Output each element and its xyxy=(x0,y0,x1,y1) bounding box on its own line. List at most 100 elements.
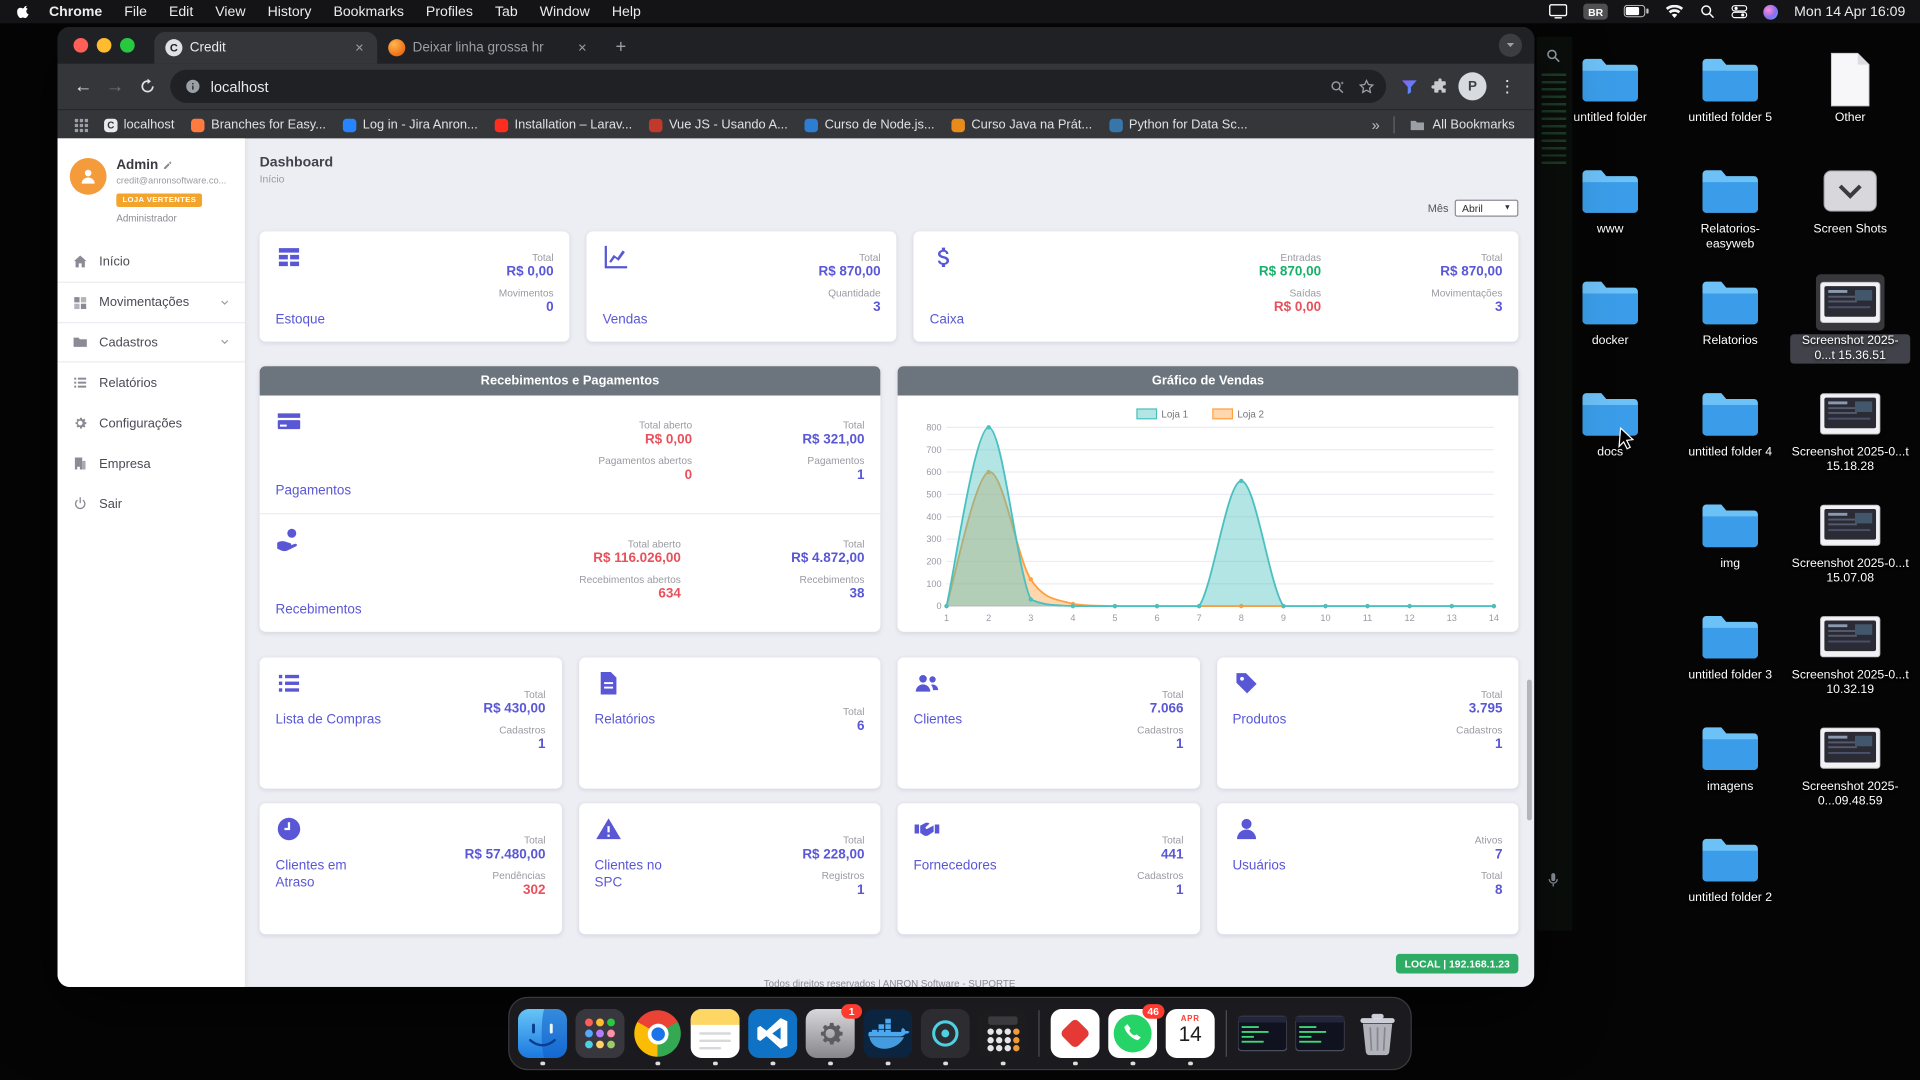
menu-bookmarks[interactable]: Bookmarks xyxy=(322,4,414,19)
menu-app-name[interactable]: Chrome xyxy=(38,4,113,19)
menu-help[interactable]: Help xyxy=(601,4,652,19)
card-title-vendas[interactable]: Vendas xyxy=(603,313,648,330)
browser-menu-icon[interactable]: ⋮ xyxy=(1490,76,1524,97)
extension-funnel-icon[interactable] xyxy=(1393,71,1424,102)
apple-menu[interactable] xyxy=(0,4,38,20)
dock-whatsapp-icon[interactable]: 46 xyxy=(1108,1009,1157,1058)
bookmark-branches-for-easy[interactable]: Branches for Easy... xyxy=(183,115,335,135)
input-source-badge[interactable]: BR xyxy=(1583,4,1608,20)
menu-tab[interactable]: Tab xyxy=(484,4,529,19)
menu-view[interactable]: View xyxy=(204,4,256,19)
desktop-icon-screen-shots[interactable]: Screen Shots xyxy=(1790,160,1910,271)
desktop-icon-screenshot-2025-0-t-15-36-51[interactable]: Screenshot 2025-0...t 15.36.51 xyxy=(1790,272,1910,383)
close-tab-icon[interactable]: × xyxy=(575,39,588,56)
sidebar-item-sair[interactable]: Sair xyxy=(58,484,245,524)
zoom-window-button[interactable] xyxy=(120,38,135,53)
extensions-puzzle-icon[interactable] xyxy=(1424,71,1455,102)
desktop-icon-relatorios-easyweb[interactable]: Relatorios-easyweb xyxy=(1670,160,1790,271)
card-title-estoque[interactable]: Estoque xyxy=(276,313,325,330)
sidebar-item-relatorios[interactable]: Relatórios xyxy=(58,362,245,402)
edit-pencil-icon[interactable] xyxy=(163,160,173,170)
desktop-icon-www[interactable]: www xyxy=(1550,160,1670,271)
menu-profiles[interactable]: Profiles xyxy=(415,4,484,19)
dock-launchpad-icon[interactable] xyxy=(576,1009,625,1058)
bookmark-vue-js-usando-a[interactable]: Vue JS - Usando A... xyxy=(641,115,797,135)
dock-window-thumb-icon[interactable] xyxy=(1296,1009,1345,1058)
dock-vscode-icon[interactable] xyxy=(748,1009,797,1058)
sidebar-item-empresa[interactable]: Empresa xyxy=(58,443,245,483)
tab-search-button[interactable] xyxy=(1499,34,1522,57)
dock-media-icon[interactable] xyxy=(921,1009,970,1058)
address-bar[interactable]: localhost xyxy=(170,70,1386,103)
control-center-icon[interactable] xyxy=(1732,4,1748,20)
bookmark-log-in-jira-anron[interactable]: Log in - Jira Anron... xyxy=(335,115,487,135)
all-bookmarks-button[interactable]: All Bookmarks xyxy=(1399,117,1524,133)
sidebar-item-movimentacoes[interactable]: Movimentações xyxy=(58,282,245,322)
bookmark-localhost[interactable]: Clocalhost xyxy=(96,115,183,135)
desktop-icon-other[interactable]: Other xyxy=(1790,49,1910,160)
profile-avatar[interactable]: P xyxy=(1458,72,1486,100)
apps-grid-icon[interactable] xyxy=(67,117,95,133)
spotlight-search-icon[interactable] xyxy=(1700,4,1716,20)
site-info-icon[interactable] xyxy=(185,78,201,94)
close-window-button[interactable] xyxy=(73,38,88,53)
dock-settings-icon[interactable]: 1 xyxy=(806,1009,855,1058)
card-title-caixa[interactable]: Caixa xyxy=(930,313,964,330)
search-lens-icon[interactable] xyxy=(1324,73,1351,100)
desktop-icon-untitled-folder-3[interactable]: untitled folder 3 xyxy=(1670,606,1790,717)
display-icon[interactable] xyxy=(1549,4,1567,19)
reload-button[interactable] xyxy=(131,70,163,102)
dock-chrome-icon[interactable] xyxy=(633,1009,682,1058)
minimize-window-button[interactable] xyxy=(97,38,112,53)
dock-red-app-icon[interactable] xyxy=(1051,1009,1100,1058)
bookmark-curso-de-node-js[interactable]: Curso de Node.js... xyxy=(796,115,943,135)
desktop-icon-untitled-folder[interactable]: untitled folder xyxy=(1550,49,1670,160)
sidebar-item-inicio[interactable]: Início xyxy=(58,241,245,281)
page-scrollbar[interactable] xyxy=(1527,680,1532,821)
back-button[interactable]: ← xyxy=(67,70,99,102)
desktop-icon-untitled-folder-2[interactable]: untitled folder 2 xyxy=(1670,829,1790,940)
card-title-clientes-no-spc[interactable]: Clientes no SPC xyxy=(594,858,661,892)
card-title-recebimentos[interactable]: Recebimentos xyxy=(276,603,362,620)
bookmark-installation-larav[interactable]: Installation – Larav... xyxy=(486,115,640,135)
card-title-fornecedores[interactable]: Fornecedores xyxy=(913,858,996,875)
menu-clock[interactable]: Mon 14 Apr 16:09 xyxy=(1794,4,1905,19)
menu-history[interactable]: History xyxy=(257,4,323,19)
sidebar-item-cadastros[interactable]: Cadastros xyxy=(58,322,245,362)
desktop-icon-untitled-folder-5[interactable]: untitled folder 5 xyxy=(1670,49,1790,160)
desktop-icon-imagens[interactable]: imagens xyxy=(1670,718,1790,829)
dock-calendar-icon[interactable]: APR14 xyxy=(1166,1009,1215,1058)
menu-edit[interactable]: Edit xyxy=(158,4,204,19)
bookmark-python-for-data-sc[interactable]: Python for Data Sc... xyxy=(1101,115,1256,135)
tab-credit[interactable]: C Credit × xyxy=(154,32,377,64)
card-title-clientes-em-atraso[interactable]: Clientes em Atraso xyxy=(276,858,347,892)
desktop-icon-docs[interactable]: docs xyxy=(1550,383,1670,494)
dock-trash-icon[interactable] xyxy=(1353,1009,1402,1058)
dock-docker-icon[interactable] xyxy=(863,1009,912,1058)
wifi-icon[interactable] xyxy=(1666,5,1684,19)
battery-icon[interactable] xyxy=(1624,5,1650,17)
sidebar-item-configuracoes[interactable]: Configurações xyxy=(58,403,245,443)
card-title-pagamentos[interactable]: Pagamentos xyxy=(276,484,352,501)
bookmark-curso-java-na-pr-t[interactable]: Curso Java na Prát... xyxy=(943,115,1101,135)
dock-finder-icon[interactable] xyxy=(518,1009,567,1058)
desktop-icon-docker[interactable]: docker xyxy=(1550,272,1670,383)
legend-loja-1[interactable]: Loja 1 xyxy=(1137,409,1188,421)
card-title-usuarios[interactable]: Usuários xyxy=(1232,858,1285,875)
legend-loja-2[interactable]: Loja 2 xyxy=(1213,409,1264,421)
siri-icon[interactable] xyxy=(1764,4,1779,19)
desktop-icon-relatorios[interactable]: Relatorios xyxy=(1670,272,1790,383)
desktop-icon-img[interactable]: img xyxy=(1670,495,1790,606)
dock-calculator-icon[interactable] xyxy=(978,1009,1027,1058)
card-title-lista-de-compras[interactable]: Lista de Compras xyxy=(276,713,382,730)
desktop-icon-screenshot-2025-0-t-10-32-19[interactable]: Screenshot 2025-0...t 10.32.19 xyxy=(1790,606,1910,717)
close-tab-icon[interactable]: × xyxy=(353,39,366,56)
card-title-produtos[interactable]: Produtos xyxy=(1232,713,1286,730)
desktop-icon-screenshot-2025-0-t-15-07-08[interactable]: Screenshot 2025-0...t 15.07.08 xyxy=(1790,495,1910,606)
forward-button[interactable]: → xyxy=(99,70,131,102)
dock-window-thumb-icon[interactable] xyxy=(1238,1009,1287,1058)
card-title-relatorios[interactable]: Relatórios xyxy=(594,713,655,730)
desktop-icon-screenshot-2025-0-09-48-59[interactable]: Screenshot 2025-0...09.48.59 xyxy=(1790,718,1910,829)
desktop-icon-screenshot-2025-0-t-15-18-28[interactable]: Screenshot 2025-0...t 15.18.28 xyxy=(1790,383,1910,494)
month-select[interactable]: Abril ▼ xyxy=(1455,200,1519,217)
